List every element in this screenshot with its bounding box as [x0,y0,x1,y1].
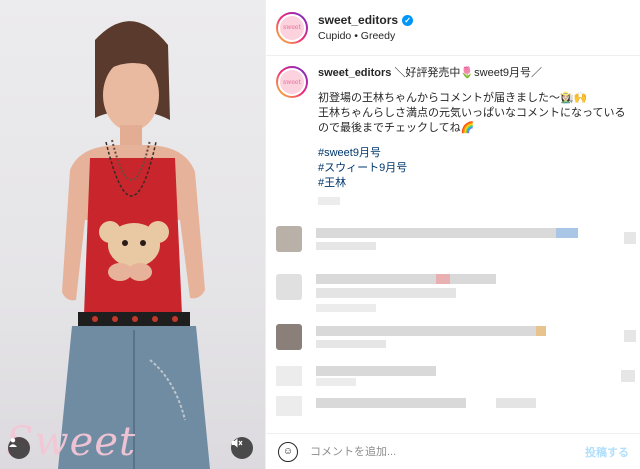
caption-avatar-text: sweet [278,68,306,96]
audio-track[interactable]: Cupido • Greedy [318,30,413,42]
hashtag-link[interactable]: #スウィート9月号 [318,161,630,176]
post-header: sweet sweet_editors ✓ Cupido • Greedy [266,0,640,56]
user-tag-button[interactable] [8,437,30,459]
post-sidebar: sweet sweet_editors ✓ Cupido • Greedy sw… [265,0,640,469]
post-media[interactable]: Sweet [0,0,265,469]
verified-badge-icon: ✓ [402,14,414,26]
caption-headline: ＼好評発売中🌷sweet9月号／ [394,67,542,79]
caption-line-2: 王林ちゃんらしさ満点の元気いっぱいなコメントになっている [318,107,626,119]
hashtag-link[interactable]: #sweet9月号 [318,146,630,161]
hashtag-link[interactable]: #王林 [318,176,630,191]
caption: sweet sweet_editors ＼好評発売中🌷sweet9月号／ 初登場… [266,56,640,205]
post-photo [58,21,210,469]
account-username[interactable]: sweet_editors [318,13,398,27]
caption-line-1: 初登場の王林ちゃんからコメントが届きました〜👩🏻‍🌾🙌 [318,92,588,104]
comment-input[interactable] [310,445,560,458]
comment-composer: ☺ 投稿する [266,433,640,469]
account-avatar[interactable]: sweet [276,11,308,44]
caption-line-3: ので最後までチェックしてね🌈 [318,122,475,134]
post-comment-button[interactable]: 投稿する [585,444,629,460]
avatar-text: sweet [278,13,306,42]
caption-avatar[interactable]: sweet [276,66,308,98]
mute-button[interactable] [231,437,253,459]
smiley-icon[interactable]: ☺ [278,441,298,462]
caption-timestamp-blurred [318,195,630,205]
caption-username[interactable]: sweet_editors [318,67,391,79]
